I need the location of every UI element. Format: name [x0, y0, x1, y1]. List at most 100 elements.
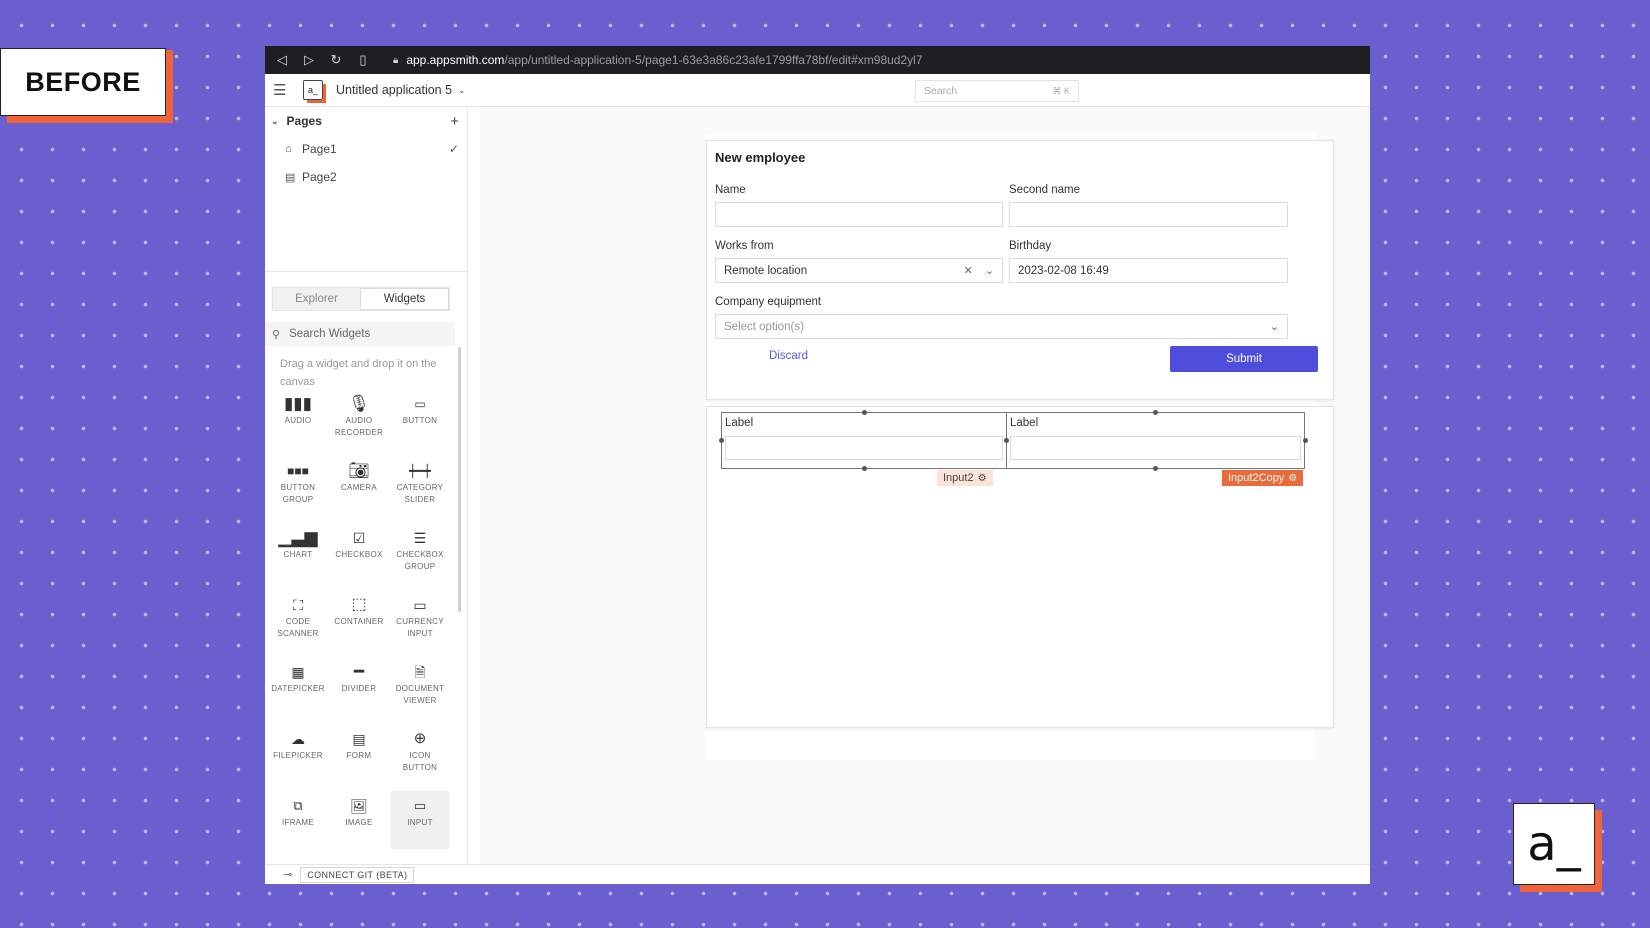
- chevron-down-icon[interactable]: ⌄: [985, 264, 994, 277]
- widget-search-input[interactable]: ⚲ Search Widgets: [265, 322, 455, 346]
- checkbox-group-icon: ☰: [413, 530, 427, 546]
- widget-input[interactable]: ▭ INPUT: [391, 791, 449, 849]
- widget-audio[interactable]: ▮▮▮ AUDIO: [269, 393, 327, 427]
- works-from-select[interactable]: Remote location ✕ ⌄: [715, 258, 1003, 283]
- submit-button[interactable]: Submit: [1170, 346, 1318, 372]
- input2-field[interactable]: [725, 436, 1003, 460]
- button-group-icon: ■■■: [287, 464, 309, 478]
- input2copy-name-tag[interactable]: Input2Copy ⚙: [1222, 470, 1304, 486]
- widget-audio-recorder[interactable]: 🎙︎ AUDIO RECORDER: [330, 393, 388, 439]
- widget-checkbox[interactable]: ☑ CHECKBOX: [330, 527, 388, 561]
- home-icon: ⌂: [285, 143, 292, 155]
- equipment-placeholder: Select option(s): [724, 320, 804, 333]
- page2-label: Page2: [302, 170, 337, 184]
- widget-label: BUTTON: [402, 416, 438, 425]
- chevron-down-icon[interactable]: ⌄: [458, 85, 466, 96]
- widget-category-slider[interactable]: ┿━┿ CATEGORY SLIDER: [391, 460, 449, 506]
- widget-form[interactable]: ▤ FORM: [330, 728, 388, 762]
- input-icon: ▭: [413, 798, 427, 813]
- iframe-icon: ⧉: [293, 798, 303, 813]
- company-equipment-multiselect[interactable]: Select option(s) ⌄: [715, 314, 1288, 339]
- status-bar: ⊸ CONNECT GIT (BETA): [265, 864, 1370, 884]
- widget-label: CATEGORY SLIDER: [396, 483, 444, 504]
- sidebar: ⌄ Pages + ⌂ Page1 ✓ ▤ Page2 Explorer Wid…: [265, 107, 468, 864]
- tab-explorer[interactable]: Explorer: [273, 288, 360, 310]
- app-logo-icon[interactable]: a_: [303, 80, 326, 103]
- widget-currency-input[interactable]: ▭ CURRENCY INPUT: [391, 594, 449, 640]
- menu-icon[interactable]: ☰: [273, 81, 293, 99]
- widget-iframe[interactable]: ⧉ IFRAME: [269, 795, 327, 829]
- widget-label: FORM: [346, 751, 372, 760]
- widget-label: IFRAME: [281, 818, 315, 827]
- new-employee-form[interactable]: New employee Name Second name Works from…: [706, 140, 1334, 400]
- tab-widgets[interactable]: Widgets: [360, 288, 449, 310]
- connect-git-button[interactable]: CONNECT GIT (BETA): [300, 866, 415, 883]
- back-icon[interactable]: ◁: [275, 52, 289, 68]
- app-header: ☰ a_ Untitled application 5 ⌄ Search ⌘ K: [265, 74, 1370, 107]
- settings-icon[interactable]: ⚙: [978, 473, 987, 484]
- name-input[interactable]: [715, 202, 1003, 227]
- lock-icon: 🔒︎: [393, 54, 399, 66]
- widget-label: INPUT: [407, 818, 433, 827]
- reload-icon[interactable]: ↻: [329, 52, 343, 68]
- resize-handle[interactable]: [1004, 438, 1009, 443]
- widget-label: CURRENCY INPUT: [396, 617, 444, 638]
- works-from-value: Remote location: [724, 264, 808, 277]
- drag-hint: Drag a widget and drop it on the canvas: [280, 358, 437, 388]
- header-search-input[interactable]: Search ⌘ K: [915, 80, 1079, 102]
- widget-label: IMAGE: [345, 818, 373, 827]
- resize-handle[interactable]: [719, 438, 724, 443]
- widget-datepicker[interactable]: ▦ DATEPICKER: [269, 661, 327, 695]
- widget-button[interactable]: ▭ BUTTON: [391, 393, 449, 427]
- pages-header[interactable]: ⌄ Pages +: [265, 107, 467, 135]
- widget-label: CODE SCANNER: [277, 617, 319, 638]
- resize-handle[interactable]: [1153, 410, 1158, 415]
- widget-label: ICON BUTTON: [402, 751, 438, 772]
- input2copy-widget[interactable]: Label: [1006, 412, 1305, 469]
- resize-handle[interactable]: [1153, 466, 1158, 471]
- currency-input-icon: ▭: [413, 597, 427, 613]
- input2-name-tag[interactable]: Input2 ⚙: [937, 470, 993, 486]
- widget-camera[interactable]: 📷︎ CAMERA: [330, 460, 388, 494]
- widget-document-viewer[interactable]: 🗎︎ DOCUMENT VIEWER: [391, 661, 449, 707]
- chevron-down-icon[interactable]: ⌄: [271, 116, 279, 127]
- birthday-datepicker[interactable]: 2023-02-08 16:49: [1009, 258, 1288, 283]
- calendar-icon: ▦: [291, 664, 305, 680]
- widget-container[interactable]: ⬚ CONTAINER: [330, 594, 388, 628]
- url-field[interactable]: 🔒︎ app.appsmith.com/app/untitled-applica…: [393, 53, 923, 67]
- birthday-value: 2023-02-08 16:49: [1018, 264, 1109, 277]
- settings-icon[interactable]: ⚙: [1288, 473, 1297, 484]
- widget-checkbox-group[interactable]: ☰ CHECKBOX GROUP: [391, 527, 449, 573]
- sidebar-scrollbar[interactable]: [458, 347, 461, 612]
- widget-chart[interactable]: ▁▃▆ CHART: [269, 527, 327, 561]
- sidebar-item-page1[interactable]: ⌂ Page1 ✓: [265, 135, 467, 163]
- widget-divider[interactable]: ━ DIVIDER: [330, 661, 388, 695]
- input2-widget[interactable]: Label: [721, 412, 1007, 469]
- widget-filepicker[interactable]: ☁ FILEPICKER: [269, 728, 327, 762]
- widget-label: FILEPICKER: [273, 751, 323, 760]
- checkbox-icon: ☑: [352, 530, 366, 546]
- divider: [265, 271, 468, 272]
- widget-code-scanner[interactable]: ⛶ CODE SCANNER: [269, 594, 327, 640]
- add-page-icon[interactable]: +: [450, 113, 459, 130]
- page-icon: ▤: [285, 171, 296, 184]
- widget-icon-button[interactable]: ⊕ ICON BUTTON: [391, 728, 449, 774]
- bookmark-icon[interactable]: ▯: [356, 52, 370, 68]
- discard-button[interactable]: Discard: [769, 350, 808, 362]
- clear-icon[interactable]: ✕: [964, 264, 973, 277]
- chevron-down-icon[interactable]: ⌄: [1270, 320, 1279, 333]
- widget-button-group[interactable]: ■■■ BUTTON GROUP: [269, 460, 327, 506]
- input2copy-field[interactable]: [1010, 436, 1301, 460]
- container-widget[interactable]: Label Label Input2 ⚙ Input2Copy ⚙: [706, 406, 1334, 728]
- forward-icon[interactable]: ▷: [302, 52, 316, 68]
- resize-handle[interactable]: [862, 466, 867, 471]
- widget-image[interactable]: 🖼︎ IMAGE: [330, 795, 388, 829]
- sidebar-item-page2[interactable]: ▤ Page2: [265, 163, 467, 191]
- header-search-placeholder: Search: [924, 85, 958, 97]
- widget-label: CHECKBOX GROUP: [396, 550, 444, 571]
- resize-handle[interactable]: [1303, 438, 1308, 443]
- second-name-input[interactable]: [1009, 202, 1288, 227]
- resize-handle[interactable]: [862, 410, 867, 415]
- app-title[interactable]: Untitled application 5: [336, 83, 452, 97]
- form-icon: ▤: [352, 731, 366, 747]
